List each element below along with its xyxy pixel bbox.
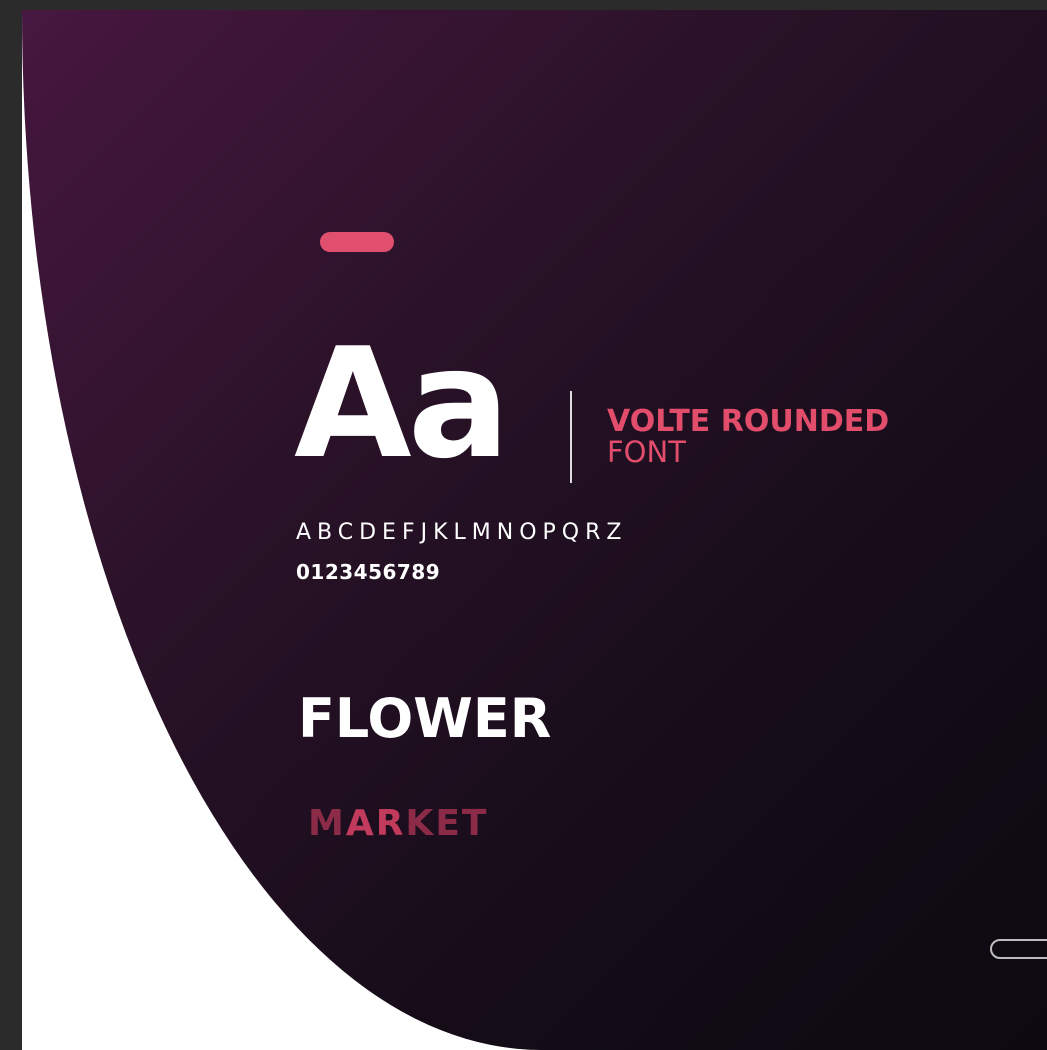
example-title: FLOWER	[298, 687, 552, 750]
subtitle-start: M	[308, 803, 346, 844]
canvas: Aa VOLTE ROUNDED FONT ABCDEFJKLMNOPQRZ 0…	[22, 10, 1047, 1050]
glyph-sample: Aa	[294, 315, 510, 492]
scroll-handle[interactable]	[990, 939, 1047, 959]
alphabet-sample: ABCDEFJKLMNOPQRZ	[296, 520, 628, 545]
vertical-divider	[570, 391, 572, 483]
example-subtitle: MARKET	[308, 806, 488, 842]
digits-sample: 0123456789	[296, 560, 441, 584]
subtitle-mid: AR	[345, 803, 406, 844]
artboard-frame: Aa VOLTE ROUNDED FONT ABCDEFJKLMNOPQRZ 0…	[0, 0, 1047, 1050]
font-name: VOLTE ROUNDED	[607, 404, 890, 439]
accent-bar	[320, 232, 394, 252]
subtitle-end: KET	[405, 803, 489, 844]
font-label: FONT	[607, 435, 686, 469]
